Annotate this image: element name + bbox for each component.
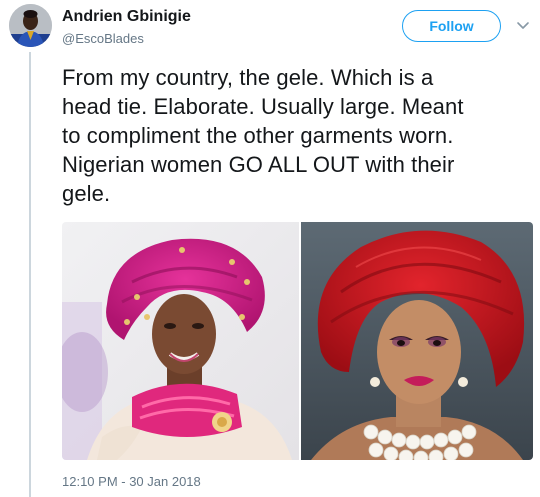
tweet-text: From my country, the gele. Which is a he… <box>62 63 534 208</box>
tweet-timestamp[interactable]: 12:10 PM - 30 Jan 2018 <box>62 474 201 489</box>
thread-line <box>29 52 31 497</box>
tweet-text-line: to compliment the other garments worn. <box>62 123 454 148</box>
follow-button[interactable]: Follow <box>402 10 501 42</box>
tweet-card: Andrien Gbinigie @EscoBlades Follow From… <box>0 0 540 497</box>
tweet-text-line: head tie. Elaborate. Usually large. Mean… <box>62 94 464 119</box>
chevron-down-icon[interactable] <box>516 18 530 32</box>
tweet-text-line: From my country, the gele. Which is a <box>62 65 434 90</box>
tweet-photo-red-gele[interactable] <box>301 222 533 460</box>
avatar[interactable] <box>9 4 52 47</box>
tweet-photo-magenta-gele[interactable] <box>62 222 299 460</box>
tweet-text-line: Nigerian women GO ALL OUT with their <box>62 152 455 177</box>
author-display-name[interactable]: Andrien Gbinigie <box>62 8 191 26</box>
author-handle[interactable]: @EscoBlades <box>62 31 144 46</box>
tweet-text-line: gele. <box>62 181 111 206</box>
